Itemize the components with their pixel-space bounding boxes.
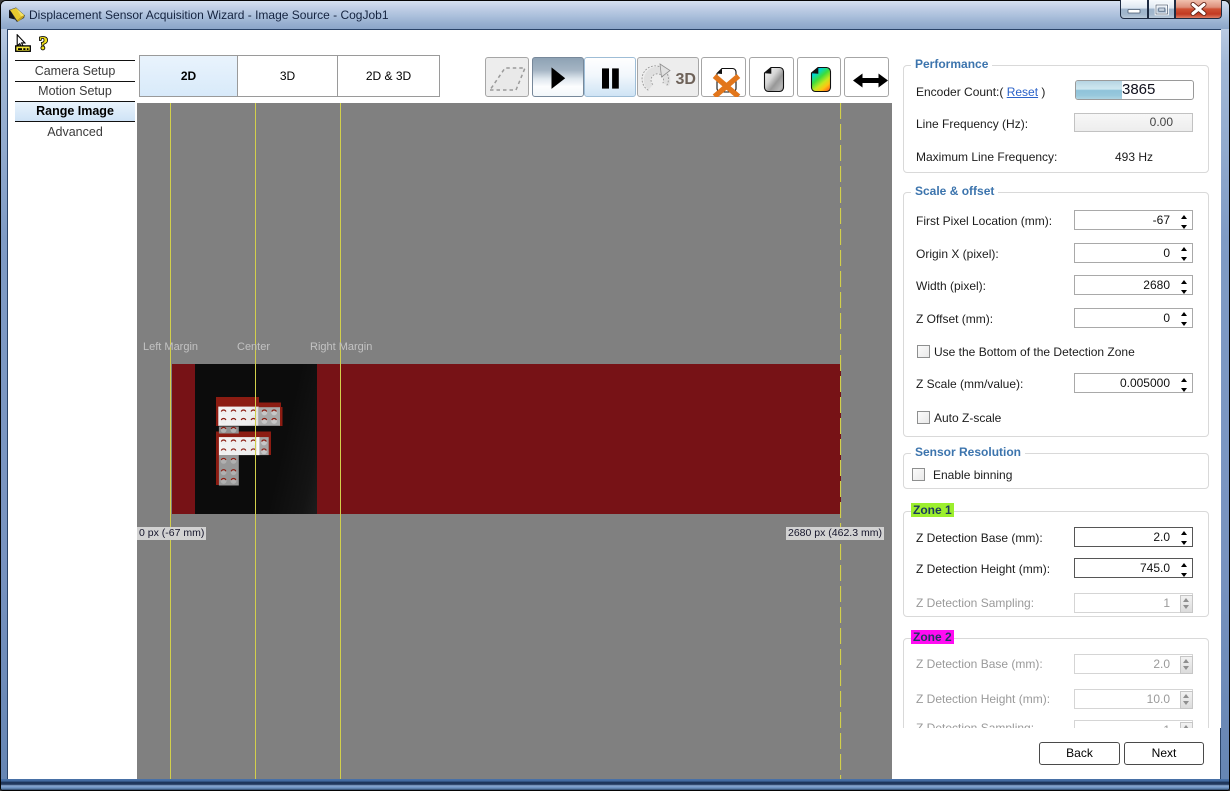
- svg-text:3D: 3D: [676, 71, 696, 88]
- svg-text:?: ?: [39, 34, 49, 53]
